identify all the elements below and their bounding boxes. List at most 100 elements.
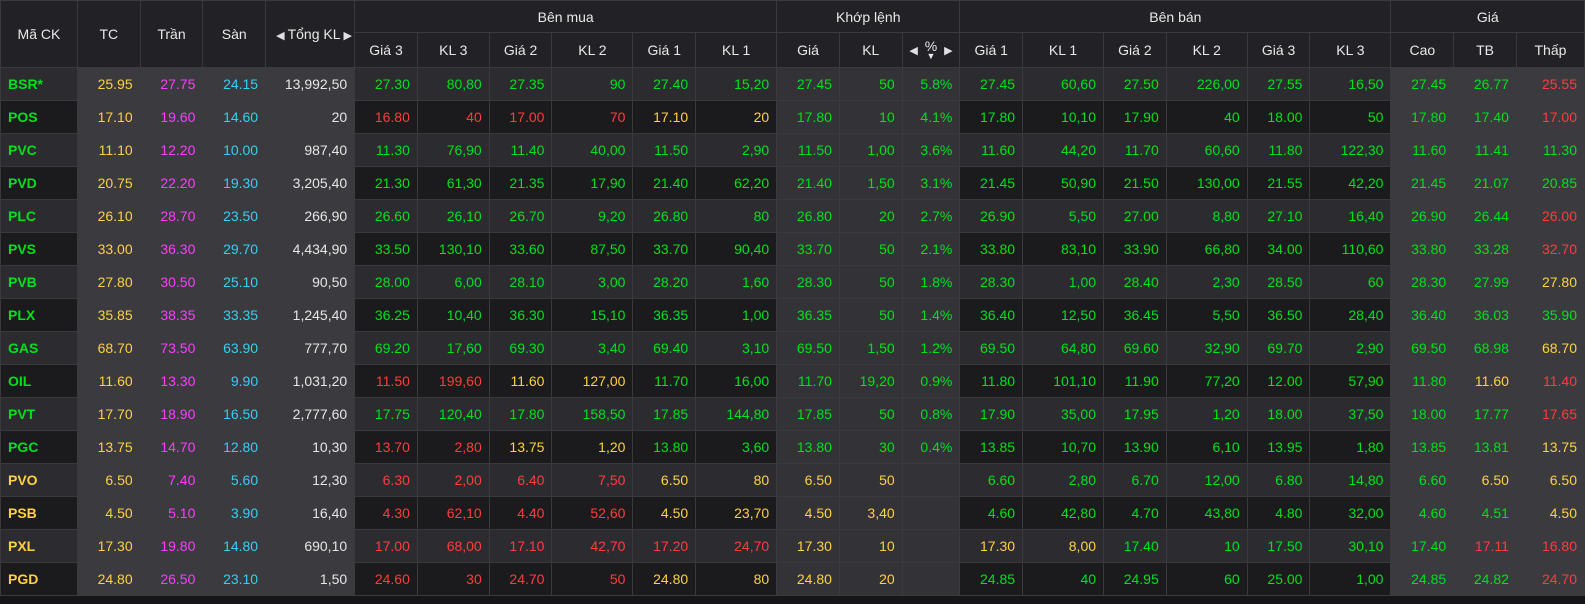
buy-price2-cell: 69.30 xyxy=(488,331,553,365)
stock-row[interactable]: PVT 17.70 18.90 16.50 2,777,60 17.75 120,40 17.… xyxy=(0,397,1585,431)
sort-desc-icon[interactable]: ▼ xyxy=(925,52,937,61)
col-avg[interactable]: TB xyxy=(1453,32,1517,68)
ref-price-cell: 17.70 xyxy=(76,397,141,431)
col-sell-price3[interactable]: Giá 3 xyxy=(1246,32,1311,68)
symbol-cell[interactable]: PVB xyxy=(0,265,78,299)
sell-vol1-cell: 40 xyxy=(1022,562,1105,596)
buy-vol1-cell: 80 xyxy=(695,199,778,233)
match-vol-cell: 50 xyxy=(838,397,903,431)
sell-price3-cell: 18.00 xyxy=(1246,100,1311,134)
sell-price1-cell: 17.30 xyxy=(959,529,1024,563)
ceiling-price-cell: 13.30 xyxy=(139,364,204,398)
symbol-cell[interactable]: PGD xyxy=(0,562,78,596)
col-buy-price3[interactable]: Giá 3 xyxy=(354,32,418,68)
stock-row[interactable]: PXL 17.30 19.80 14.80 690,10 17.00 68,00 17.10 4… xyxy=(0,529,1585,563)
symbol-cell[interactable]: PVT xyxy=(0,397,78,431)
avg-price-cell: 17.40 xyxy=(1453,100,1517,134)
col-sell-vol1[interactable]: KL 1 xyxy=(1022,32,1105,68)
symbol-cell[interactable]: BSR* xyxy=(0,67,78,101)
stock-row[interactable]: GAS 68.70 73.50 63.90 777,70 69.20 17,60 69.30 3… xyxy=(0,331,1585,365)
col-buy-vol2[interactable]: KL 2 xyxy=(551,32,634,68)
buy-vol2-cell: 42,70 xyxy=(551,529,634,563)
col-buy-vol1[interactable]: KL 1 xyxy=(695,32,778,68)
buy-price2-cell: 36.30 xyxy=(488,298,553,332)
stock-row[interactable]: OIL 11.60 13.30 9.90 1,031,20 11.50 199,60 11.6… xyxy=(0,364,1585,398)
symbol-cell[interactable]: POS xyxy=(0,100,78,134)
col-total-volume[interactable]: ◀ Tổng KL ▶ xyxy=(265,0,356,68)
sell-price1-cell: 6.60 xyxy=(959,463,1024,497)
total-volume-cell: 266,90 xyxy=(265,199,356,233)
stock-row[interactable]: PGD 24.80 26.50 23.10 1,50 24.60 30 24.70 50 24.8… xyxy=(0,562,1585,596)
stock-row[interactable]: PVB 27.80 30.50 25.10 90,50 28.00 6,00 28.10 3,0… xyxy=(0,265,1585,299)
col-buy-vol3[interactable]: KL 3 xyxy=(416,32,490,68)
sell-vol1-cell: 5,50 xyxy=(1022,199,1105,233)
symbol-cell[interactable]: PVO xyxy=(0,463,78,497)
change-pct-cell: 3.6% xyxy=(901,133,961,167)
match-price-cell: 24.80 xyxy=(776,562,840,596)
sell-vol1-cell: 12,50 xyxy=(1022,298,1105,332)
symbol-cell[interactable]: PSB xyxy=(0,496,78,530)
col-sell-vol2[interactable]: KL 2 xyxy=(1165,32,1248,68)
stock-row[interactable]: PVD 20.75 22.20 19.30 3,205,40 21.30 61,30 21.3… xyxy=(0,166,1585,200)
symbol-cell[interactable]: PLX xyxy=(0,298,78,332)
col-match-vol[interactable]: KL xyxy=(838,32,903,68)
change-pct-cell: 5.8% xyxy=(901,67,961,101)
caret-left-icon[interactable]: ◀ xyxy=(906,45,920,57)
ref-price-cell: 17.30 xyxy=(76,529,141,563)
col-high[interactable]: Cao xyxy=(1390,32,1455,68)
stock-row[interactable]: PGC 13.75 14.70 12.80 10,30 13.70 2,80 13.75 1,2… xyxy=(0,430,1585,464)
col-buy-price2[interactable]: Giá 2 xyxy=(488,32,553,68)
symbol-cell[interactable]: PGC xyxy=(0,430,78,464)
sell-vol3-cell: 37,50 xyxy=(1309,397,1392,431)
col-pct[interactable]: ◀ % ▼ ▶ xyxy=(901,32,961,68)
stock-row[interactable]: PVS 33.00 36.30 29.70 4,434,90 33.50 130,10 33.… xyxy=(0,232,1585,266)
col-floor[interactable]: Sàn xyxy=(202,0,267,68)
avg-price-cell: 4.51 xyxy=(1453,496,1517,530)
sell-price2-cell: 27.50 xyxy=(1103,67,1167,101)
stock-row[interactable]: POS 17.10 19.60 14.60 20 16.80 40 17.00 70 17.10 2… xyxy=(0,100,1585,134)
buy-price1-cell: 11.50 xyxy=(632,133,697,167)
sell-vol2-cell: 2,30 xyxy=(1165,265,1248,299)
col-sell-vol3[interactable]: KL 3 xyxy=(1309,32,1392,68)
stock-row[interactable]: PVO 6.50 7.40 5.60 12,30 6.30 2,00 6.40 7,50 6.50… xyxy=(0,463,1585,497)
symbol-cell[interactable]: PVD xyxy=(0,166,78,200)
col-ref[interactable]: TC xyxy=(76,0,141,68)
col-sell-price2[interactable]: Giá 2 xyxy=(1103,32,1167,68)
ref-price-cell: 35.85 xyxy=(76,298,141,332)
symbol-cell[interactable]: OIL xyxy=(0,364,78,398)
col-sell-price1[interactable]: Giá 1 xyxy=(959,32,1024,68)
sell-price2-cell: 13.90 xyxy=(1103,430,1167,464)
stock-row[interactable]: PVC 11.10 12.20 10.00 987,40 11.30 76,90 11.40 4… xyxy=(0,133,1585,167)
symbol-cell[interactable]: PVC xyxy=(0,133,78,167)
total-volume-cell: 1,031,20 xyxy=(265,364,356,398)
stock-row[interactable]: PSB 4.50 5.10 3.90 16,40 4.30 62,10 4.40 52,60 4.… xyxy=(0,496,1585,530)
high-price-cell: 21.45 xyxy=(1390,166,1455,200)
stock-row[interactable]: BSR* 25.95 27.75 24.15 13,992,50 27.30 80,80 27… xyxy=(0,67,1585,101)
stock-row[interactable]: PLC 26.10 28.70 23.50 266,90 26.60 26,10 26.70 9… xyxy=(0,199,1585,233)
buy-price2-cell: 33.60 xyxy=(488,232,553,266)
col-match-price[interactable]: Giá xyxy=(776,32,840,68)
floor-price-cell: 25.10 xyxy=(202,265,267,299)
caret-right-icon[interactable]: ▶ xyxy=(341,30,354,42)
avg-price-cell: 17.77 xyxy=(1453,397,1517,431)
sell-price1-cell: 36.40 xyxy=(959,298,1024,332)
symbol-cell[interactable]: PXL xyxy=(0,529,78,563)
buy-price2-cell: 13.75 xyxy=(488,430,553,464)
caret-left-icon[interactable]: ◀ xyxy=(273,30,287,42)
caret-right-icon[interactable]: ▶ xyxy=(941,45,955,57)
col-ceiling[interactable]: Trần xyxy=(139,0,204,68)
ref-price-cell: 26.10 xyxy=(76,199,141,233)
col-symbol[interactable]: Mã CK xyxy=(0,0,78,68)
symbol-cell[interactable]: PVS xyxy=(0,232,78,266)
symbol-cell[interactable]: GAS xyxy=(0,331,78,365)
sell-price3-cell: 13.95 xyxy=(1246,430,1311,464)
sell-vol3-cell: 1,00 xyxy=(1309,562,1392,596)
col-low[interactable]: Thấp xyxy=(1515,32,1585,68)
sell-price1-cell: 33.80 xyxy=(959,232,1024,266)
col-buy-price1[interactable]: Giá 1 xyxy=(632,32,697,68)
buy-price1-cell: 33.70 xyxy=(632,232,697,266)
stock-row[interactable]: PLX 35.85 38.35 33.35 1,245,40 36.25 10,40 36.3… xyxy=(0,298,1585,332)
board-body: BSR* 25.95 27.75 24.15 13,992,50 27.30 80,80 27… xyxy=(0,67,1585,596)
sell-vol3-cell: 14,80 xyxy=(1309,463,1392,497)
symbol-cell[interactable]: PLC xyxy=(0,199,78,233)
